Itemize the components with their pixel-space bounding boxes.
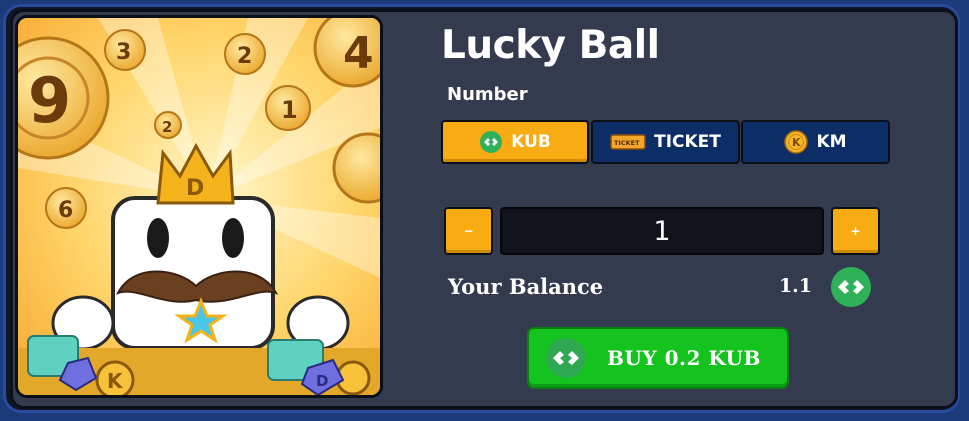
svg-text:D: D — [186, 176, 204, 201]
tab-ticket-label: TICKET — [654, 132, 721, 152]
tab-ticket[interactable]: TICKET TICKET — [591, 120, 740, 164]
tab-kub-label: KUB — [511, 132, 551, 152]
lottery-ball-3: 3 — [104, 29, 146, 71]
quantity-input[interactable] — [500, 207, 824, 255]
kub-token-icon — [830, 266, 872, 308]
svg-text:3: 3 — [116, 40, 131, 65]
svg-text:6: 6 — [58, 198, 73, 223]
decrement-button[interactable]: − — [444, 207, 493, 255]
kub-token-icon — [545, 337, 587, 379]
buy-button-label: BUY 0.2 KUB — [607, 346, 761, 370]
tab-km-label: KM — [816, 132, 847, 152]
svg-text:4: 4 — [343, 28, 374, 79]
svg-text:K: K — [107, 369, 124, 393]
svg-text:TICKET: TICKET — [614, 139, 640, 147]
game-artwork: 9 4 3 2 2 1 6 D K D — [15, 15, 383, 398]
km-coin-icon: K — [784, 130, 809, 154]
lottery-ball-2: 2 — [224, 33, 266, 75]
lottery-ball-1: 1 — [265, 85, 311, 131]
svg-text:K: K — [792, 136, 801, 149]
lottery-ball-2-small: 2 — [154, 111, 182, 139]
svg-text:2: 2 — [237, 44, 252, 69]
tab-km[interactable]: K KM — [741, 120, 890, 164]
svg-text:D: D — [316, 372, 328, 390]
svg-text:1: 1 — [281, 96, 298, 124]
buy-button[interactable]: BUY 0.2 KUB — [527, 327, 789, 389]
balance-label: Your Balance — [448, 274, 604, 299]
number-label: Number — [447, 84, 528, 105]
balance-value: 1.1 — [778, 275, 812, 297]
svg-text:2: 2 — [162, 118, 172, 136]
tab-kub[interactable]: KUB — [441, 120, 589, 164]
kub-token-icon — [479, 130, 503, 154]
increment-button[interactable]: + — [831, 207, 880, 255]
ticket-icon: TICKET — [610, 130, 646, 154]
game-title: Lucky Ball — [441, 23, 660, 68]
svg-text:9: 9 — [28, 64, 71, 137]
lottery-ball-6: 6 — [45, 187, 87, 229]
